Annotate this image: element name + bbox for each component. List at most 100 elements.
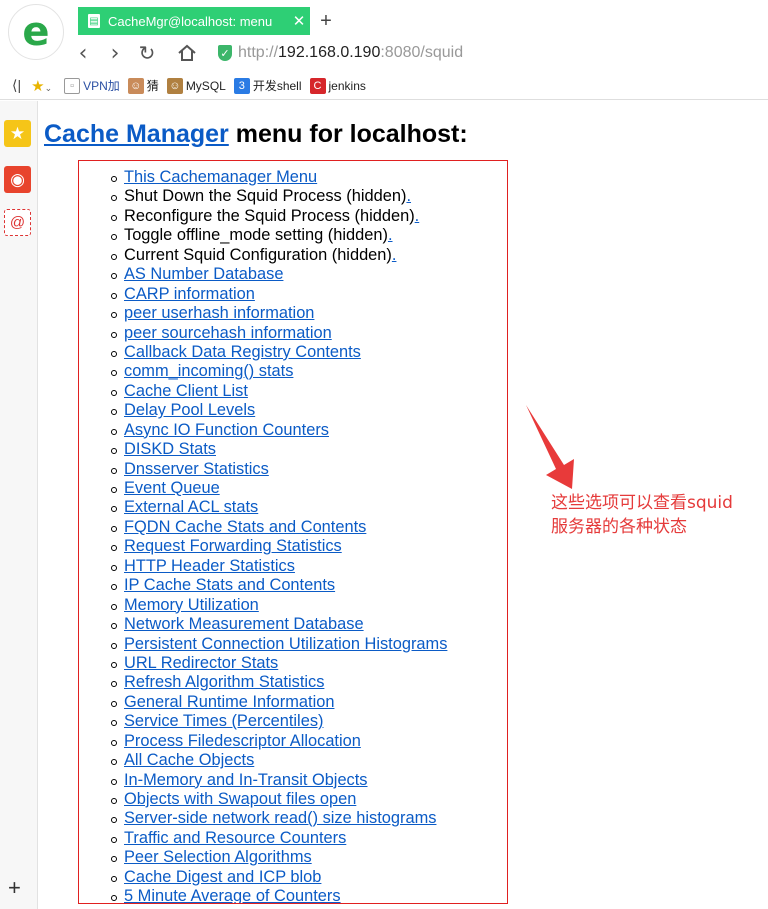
menu-item[interactable]: Async IO Function Counters bbox=[79, 421, 507, 440]
menu-item-link[interactable]: Callback Data Registry Contents bbox=[124, 343, 361, 361]
bookmark-item[interactable]: 3 开发shell bbox=[233, 77, 302, 94]
navigation-bar: ‹ › ↻ ✓ http://192.168.0.190:8080/squid bbox=[64, 36, 768, 72]
menu-item[interactable]: Refresh Algorithm Statistics bbox=[79, 673, 507, 692]
menu-item-link[interactable]: Server-side network read() size histogra… bbox=[124, 809, 436, 827]
add-sidebar-item-icon[interactable]: + bbox=[8, 875, 21, 901]
menu-item-link[interactable]: All Cache Objects bbox=[124, 751, 254, 769]
menu-item-link[interactable]: In-Memory and In-Transit Objects bbox=[124, 771, 368, 789]
menu-item[interactable]: Callback Data Registry Contents bbox=[79, 343, 507, 362]
menu-item[interactable]: Network Measurement Database bbox=[79, 615, 507, 634]
menu-item[interactable]: CARP information bbox=[79, 285, 507, 304]
menu-item-link[interactable]: Delay Pool Levels bbox=[124, 401, 255, 419]
menu-item-link[interactable]: Request Forwarding Statistics bbox=[124, 537, 342, 555]
menu-item-link[interactable]: Objects with Swapout files open bbox=[124, 790, 356, 808]
menu-item-link[interactable]: Event Queue bbox=[124, 479, 220, 497]
forward-arrow-icon[interactable]: › bbox=[102, 40, 128, 66]
cache-manager-link[interactable]: Cache Manager bbox=[44, 120, 229, 148]
menu-item[interactable]: 5 Minute Average of Counters bbox=[79, 887, 507, 903]
menu-item[interactable]: Memory Utilization bbox=[79, 596, 507, 615]
weibo-icon[interactable]: ◉ bbox=[4, 166, 31, 193]
favorites-star-icon[interactable]: ★⌄ bbox=[31, 77, 52, 95]
favorites-star-icon[interactable]: ★ bbox=[4, 120, 31, 147]
menu-item-link[interactable]: . bbox=[406, 187, 411, 205]
back-arrow-icon[interactable]: ‹ bbox=[70, 40, 96, 66]
menu-item-link[interactable]: Async IO Function Counters bbox=[124, 421, 329, 439]
menu-item[interactable]: Cache Digest and ICP blob bbox=[79, 868, 507, 887]
tab-close-icon[interactable]: ✕ bbox=[288, 12, 310, 30]
menu-item[interactable]: Process Filedescriptor Allocation bbox=[79, 732, 507, 751]
menu-item-link[interactable]: AS Number Database bbox=[124, 265, 283, 283]
menu-item-link[interactable]: Peer Selection Algorithms bbox=[124, 848, 312, 866]
menu-item-link[interactable]: Memory Utilization bbox=[124, 596, 259, 614]
menu-item-link[interactable]: DISKD Stats bbox=[124, 440, 216, 458]
menu-item[interactable]: All Cache Objects bbox=[79, 751, 507, 770]
menu-item-link[interactable]: Service Times (Percentiles) bbox=[124, 712, 323, 730]
app-icon: 3 bbox=[233, 77, 250, 94]
page-favicon-icon: ▤ bbox=[88, 14, 100, 28]
menu-item[interactable]: AS Number Database bbox=[79, 265, 507, 284]
mail-at-icon[interactable]: @ bbox=[4, 209, 31, 236]
address-bar[interactable]: ✓ http://192.168.0.190:8080/squid bbox=[218, 40, 768, 66]
menu-item-link[interactable]: . bbox=[415, 207, 420, 225]
menu-item-link[interactable]: comm_incoming() stats bbox=[124, 362, 293, 380]
menu-item[interactable]: Server-side network read() size histogra… bbox=[79, 809, 507, 828]
bookmark-item[interactable]: ▫ VPN加 bbox=[64, 77, 120, 94]
menu-item-link[interactable]: General Runtime Information bbox=[124, 693, 334, 711]
menu-item[interactable]: Objects with Swapout files open bbox=[79, 790, 507, 809]
menu-item[interactable]: This Cachemanager Menu bbox=[79, 168, 507, 187]
menu-item-link[interactable]: 5 Minute Average of Counters bbox=[124, 887, 341, 903]
bookmark-item[interactable]: ☺ MySQL bbox=[166, 77, 226, 94]
menu-item[interactable]: Delay Pool Levels bbox=[79, 401, 507, 420]
annotation-line-1: 这些选项可以查看squid bbox=[551, 493, 733, 513]
menu-item-link[interactable]: Traffic and Resource Counters bbox=[124, 829, 346, 847]
reload-icon[interactable]: ↻ bbox=[134, 40, 160, 66]
menu-item[interactable]: peer userhash information bbox=[79, 304, 507, 323]
menu-item-link[interactable]: Persistent Connection Utilization Histog… bbox=[124, 635, 447, 653]
new-tab-button[interactable]: + bbox=[314, 7, 338, 35]
menu-item-link[interactable]: Cache Client List bbox=[124, 382, 248, 400]
menu-item[interactable]: URL Redirector Stats bbox=[79, 654, 507, 673]
menu-item-link[interactable]: External ACL stats bbox=[124, 498, 258, 516]
menu-item[interactable]: Traffic and Resource Counters bbox=[79, 829, 507, 848]
menu-item[interactable]: Peer Selection Algorithms bbox=[79, 848, 507, 867]
menu-item[interactable]: In-Memory and In-Transit Objects bbox=[79, 771, 507, 790]
menu-item[interactable]: Persistent Connection Utilization Histog… bbox=[79, 635, 507, 654]
menu-item[interactable]: Service Times (Percentiles) bbox=[79, 712, 507, 731]
menu-item[interactable]: External ACL stats bbox=[79, 498, 507, 517]
sidebar-toggle-icon[interactable]: ⟨| bbox=[12, 77, 21, 94]
menu-item[interactable]: General Runtime Information bbox=[79, 693, 507, 712]
menu-item-link[interactable]: CARP information bbox=[124, 285, 255, 303]
menu-item[interactable]: Request Forwarding Statistics bbox=[79, 537, 507, 556]
bookmark-item[interactable]: C jenkins bbox=[309, 77, 366, 94]
page-content: Cache Manager menu for localhost: This C… bbox=[38, 101, 768, 909]
menu-item[interactable]: IP Cache Stats and Contents bbox=[79, 576, 507, 595]
avatar-icon: ☺ bbox=[127, 77, 144, 94]
menu-item[interactable]: Cache Client List bbox=[79, 382, 507, 401]
menu-item-link[interactable]: peer userhash information bbox=[124, 304, 314, 322]
bookmark-item[interactable]: ☺ 猜 bbox=[127, 77, 159, 94]
menu-item[interactable]: comm_incoming() stats bbox=[79, 362, 507, 381]
browser-tab[interactable]: ▤ CacheMgr@localhost: menu ✕ bbox=[78, 7, 310, 35]
menu-item[interactable]: HTTP Header Statistics bbox=[79, 557, 507, 576]
menu-item-link[interactable]: Refresh Algorithm Statistics bbox=[124, 673, 324, 691]
home-icon[interactable] bbox=[174, 40, 200, 66]
menu-item-link[interactable]: Process Filedescriptor Allocation bbox=[124, 732, 361, 750]
menu-item[interactable]: Dnsserver Statistics bbox=[79, 460, 507, 479]
menu-item[interactable]: Event Queue bbox=[79, 479, 507, 498]
menu-item-link[interactable]: peer sourcehash information bbox=[124, 324, 332, 342]
menu-item-link[interactable]: . bbox=[392, 246, 397, 264]
menu-item-link[interactable]: This Cachemanager Menu bbox=[124, 168, 317, 186]
browser-logo-icon[interactable]: e bbox=[8, 4, 64, 60]
menu-item-link[interactable]: IP Cache Stats and Contents bbox=[124, 576, 335, 594]
menu-item-link[interactable]: Cache Digest and ICP blob bbox=[124, 868, 321, 886]
menu-item-link[interactable]: . bbox=[388, 226, 393, 244]
menu-item-link[interactable]: Network Measurement Database bbox=[124, 615, 364, 633]
menu-item-link[interactable]: FQDN Cache Stats and Contents bbox=[124, 518, 366, 536]
menu-item-link[interactable]: URL Redirector Stats bbox=[124, 654, 278, 672]
avatar-icon: ☺ bbox=[166, 77, 183, 94]
menu-item[interactable]: peer sourcehash information bbox=[79, 324, 507, 343]
menu-item[interactable]: FQDN Cache Stats and Contents bbox=[79, 518, 507, 537]
menu-item-link[interactable]: Dnsserver Statistics bbox=[124, 460, 269, 478]
menu-item-link[interactable]: HTTP Header Statistics bbox=[124, 557, 295, 575]
menu-item[interactable]: DISKD Stats bbox=[79, 440, 507, 459]
